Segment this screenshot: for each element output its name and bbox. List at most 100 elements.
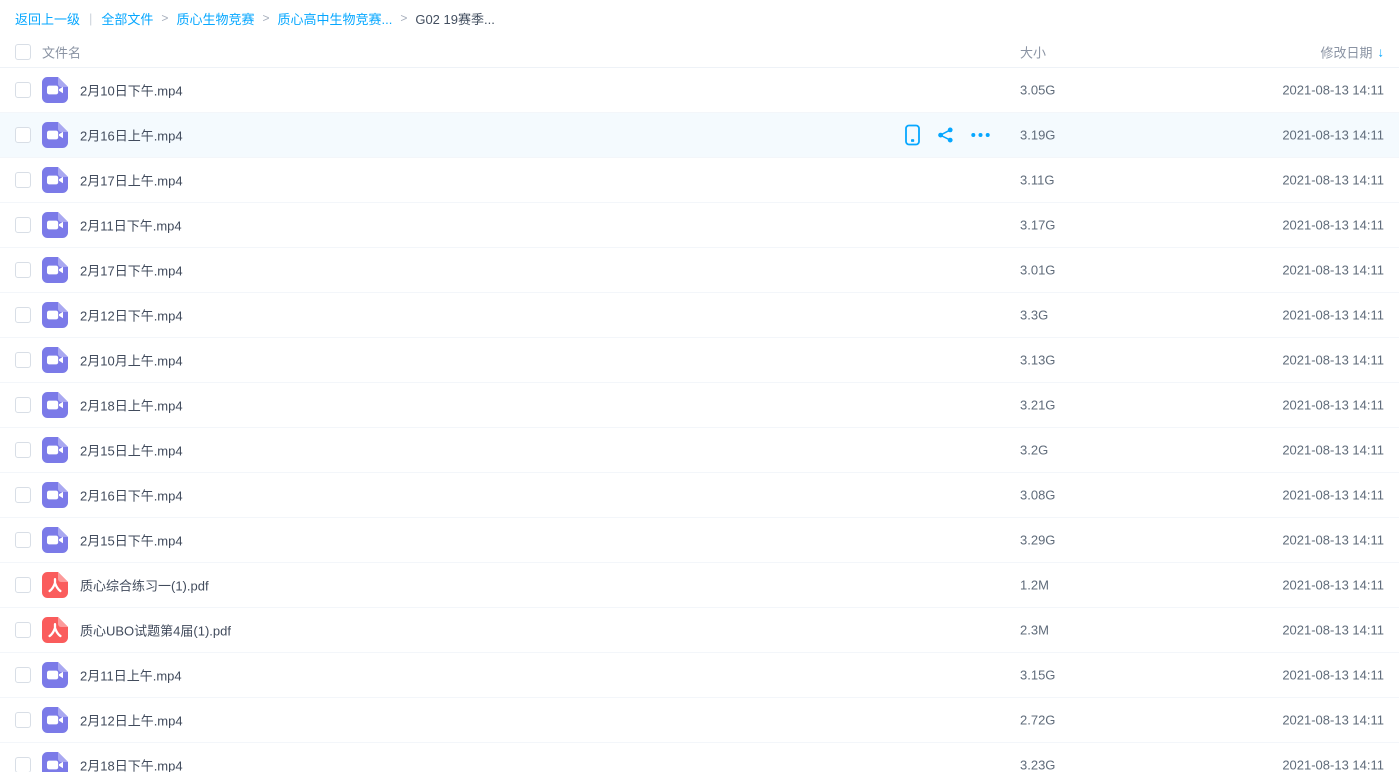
row-checkbox[interactable] <box>15 217 31 233</box>
file-name[interactable]: 2月16日上午.mp4 <box>80 126 183 145</box>
file-size: 3.13G <box>1020 353 1055 368</box>
file-name[interactable]: 2月10日下午.mp4 <box>80 81 183 100</box>
file-row[interactable]: 2月17日下午.mp4 3.01G 2021-08-13 14:11 <box>0 248 1399 293</box>
column-header-date-sort[interactable]: 修改日期 ↓ <box>1320 42 1384 61</box>
file-row[interactable]: 2月10月上午.mp4 3.13G 2021-08-13 14:11 <box>0 338 1399 383</box>
file-size: 1.2M <box>1020 578 1049 593</box>
file-row[interactable]: 2月16日上午.mp4 3.19G 2021-08-13 14:11 <box>0 113 1399 158</box>
video-file-icon <box>42 212 68 238</box>
file-row[interactable]: 2月12日上午.mp4 2.72G 2021-08-13 14:11 <box>0 698 1399 743</box>
file-date: 2021-08-13 14:11 <box>1282 353 1384 368</box>
file-name[interactable]: 2月12日下午.mp4 <box>80 306 183 325</box>
file-list: 2月10日下午.mp43.05G2021-08-13 14:112月16日上午.… <box>0 68 1399 772</box>
file-size: 3.01G <box>1020 263 1055 278</box>
row-checkbox[interactable] <box>15 307 31 323</box>
row-checkbox[interactable] <box>15 127 31 143</box>
breadcrumb-separator: > <box>161 11 168 25</box>
video-file-icon <box>42 752 68 772</box>
file-size: 2.3M <box>1020 623 1049 638</box>
file-row[interactable]: 2月11日下午.mp4 3.17G 2021-08-13 14:11 <box>0 203 1399 248</box>
row-checkbox[interactable] <box>15 397 31 413</box>
row-checkbox[interactable] <box>15 262 31 278</box>
file-size: 3.17G <box>1020 218 1055 233</box>
save-to-device-icon[interactable] <box>905 125 920 146</box>
file-row[interactable]: 质心综合练习一(1).pdf1.2M2021-08-13 14:11 <box>0 563 1399 608</box>
breadcrumb-back-link[interactable]: 返回上一级 <box>15 9 80 28</box>
file-date: 2021-08-13 14:11 <box>1282 218 1384 233</box>
file-name[interactable]: 2月12日上午.mp4 <box>80 711 183 730</box>
file-size: 3.29G <box>1020 533 1055 548</box>
file-row[interactable]: 2月10日下午.mp43.05G2021-08-13 14:11 <box>0 68 1399 113</box>
file-name[interactable]: 2月15日上午.mp4 <box>80 441 183 460</box>
file-size: 3.2G <box>1020 443 1048 458</box>
file-name[interactable]: 2月17日下午.mp4 <box>80 261 183 280</box>
breadcrumb: 返回上一级 | 全部文件 > 质心生物竞赛 > 质心高中生物竞赛... > G0… <box>0 0 1399 36</box>
file-row[interactable]: 2月16日下午.mp43.08G2021-08-13 14:11 <box>0 473 1399 518</box>
video-file-icon <box>42 527 68 553</box>
file-row[interactable]: 质心UBO试题第4届(1).pdf 2.3M 2021-08-13 14:11 <box>0 608 1399 653</box>
breadcrumb-item-all-files[interactable]: 全部文件 <box>101 9 153 28</box>
file-date: 2021-08-13 14:11 <box>1282 173 1384 188</box>
row-checkbox[interactable] <box>15 712 31 728</box>
row-checkbox[interactable] <box>15 532 31 548</box>
row-checkbox[interactable] <box>15 352 31 368</box>
file-row[interactable]: 2月15日下午.mp43.29G2021-08-13 14:11 <box>0 518 1399 563</box>
breadcrumb-item[interactable]: 质心生物竞赛 <box>176 9 254 28</box>
video-file-icon <box>42 77 68 103</box>
row-checkbox[interactable] <box>15 622 31 638</box>
column-header-size: 大小 <box>1020 42 1046 61</box>
file-date: 2021-08-13 14:11 <box>1282 263 1384 278</box>
row-checkbox[interactable] <box>15 82 31 98</box>
row-hover-actions <box>905 125 990 146</box>
file-name[interactable]: 2月11日下午.mp4 <box>80 216 182 235</box>
file-row[interactable]: 2月12日下午.mp4 3.3G 2021-08-13 14:11 <box>0 293 1399 338</box>
file-date: 2021-08-13 14:11 <box>1282 398 1384 413</box>
file-size: 3.19G <box>1020 128 1055 143</box>
file-row[interactable]: 2月18日上午.mp4 3.21G 2021-08-13 14:11 <box>0 383 1399 428</box>
file-date: 2021-08-13 14:11 <box>1282 83 1384 98</box>
row-checkbox[interactable] <box>15 667 31 683</box>
file-name[interactable]: 2月16日下午.mp4 <box>80 486 183 505</box>
row-checkbox[interactable] <box>15 442 31 458</box>
file-name[interactable]: 2月18日下午.mp4 <box>80 756 183 772</box>
file-name[interactable]: 2月17日上午.mp4 <box>80 171 183 190</box>
file-name[interactable]: 2月10月上午.mp4 <box>80 351 183 370</box>
row-checkbox[interactable] <box>15 172 31 188</box>
breadcrumb-pipe-divider: | <box>89 11 92 26</box>
file-date: 2021-08-13 14:11 <box>1282 128 1384 143</box>
file-row[interactable]: 2月18日下午.mp43.23G2021-08-13 14:11 <box>0 743 1399 772</box>
file-size: 2.72G <box>1020 713 1055 728</box>
column-header-filename: 文件名 <box>42 42 81 61</box>
video-file-icon <box>42 707 68 733</box>
file-table-header: 文件名 大小 修改日期 ↓ <box>0 36 1399 68</box>
file-name[interactable]: 2月18日上午.mp4 <box>80 396 183 415</box>
file-date: 2021-08-13 14:11 <box>1282 668 1384 683</box>
file-size: 3.23G <box>1020 758 1055 772</box>
file-row[interactable]: 2月15日上午.mp4 3.2G 2021-08-13 14:11 <box>0 428 1399 473</box>
video-file-icon <box>42 302 68 328</box>
breadcrumb-item[interactable]: 质心高中生物竞赛... <box>277 9 392 28</box>
file-size: 3.21G <box>1020 398 1055 413</box>
share-icon[interactable] <box>937 127 954 144</box>
file-date: 2021-08-13 14:11 <box>1282 623 1384 638</box>
file-size: 3.3G <box>1020 308 1048 323</box>
file-row[interactable]: 2月17日上午.mp43.11G2021-08-13 14:11 <box>0 158 1399 203</box>
row-checkbox[interactable] <box>15 577 31 593</box>
row-checkbox[interactable] <box>15 757 31 772</box>
file-name[interactable]: 质心UBO试题第4届(1).pdf <box>80 621 231 640</box>
file-name[interactable]: 2月15日下午.mp4 <box>80 531 183 550</box>
file-date: 2021-08-13 14:11 <box>1282 713 1384 728</box>
file-date: 2021-08-13 14:11 <box>1282 308 1384 323</box>
more-actions-icon[interactable] <box>971 133 990 138</box>
file-size: 3.15G <box>1020 668 1055 683</box>
video-file-icon <box>42 437 68 463</box>
row-checkbox[interactable] <box>15 487 31 503</box>
file-row[interactable]: 2月11日上午.mp4 3.15G 2021-08-13 14:11 <box>0 653 1399 698</box>
select-all-checkbox[interactable] <box>15 44 31 60</box>
file-date: 2021-08-13 14:11 <box>1282 443 1384 458</box>
file-name[interactable]: 质心综合练习一(1).pdf <box>80 576 209 595</box>
video-file-icon <box>42 347 68 373</box>
pdf-file-icon <box>42 617 68 643</box>
file-name[interactable]: 2月11日上午.mp4 <box>80 666 182 685</box>
column-header-date-label: 修改日期 <box>1320 42 1372 61</box>
